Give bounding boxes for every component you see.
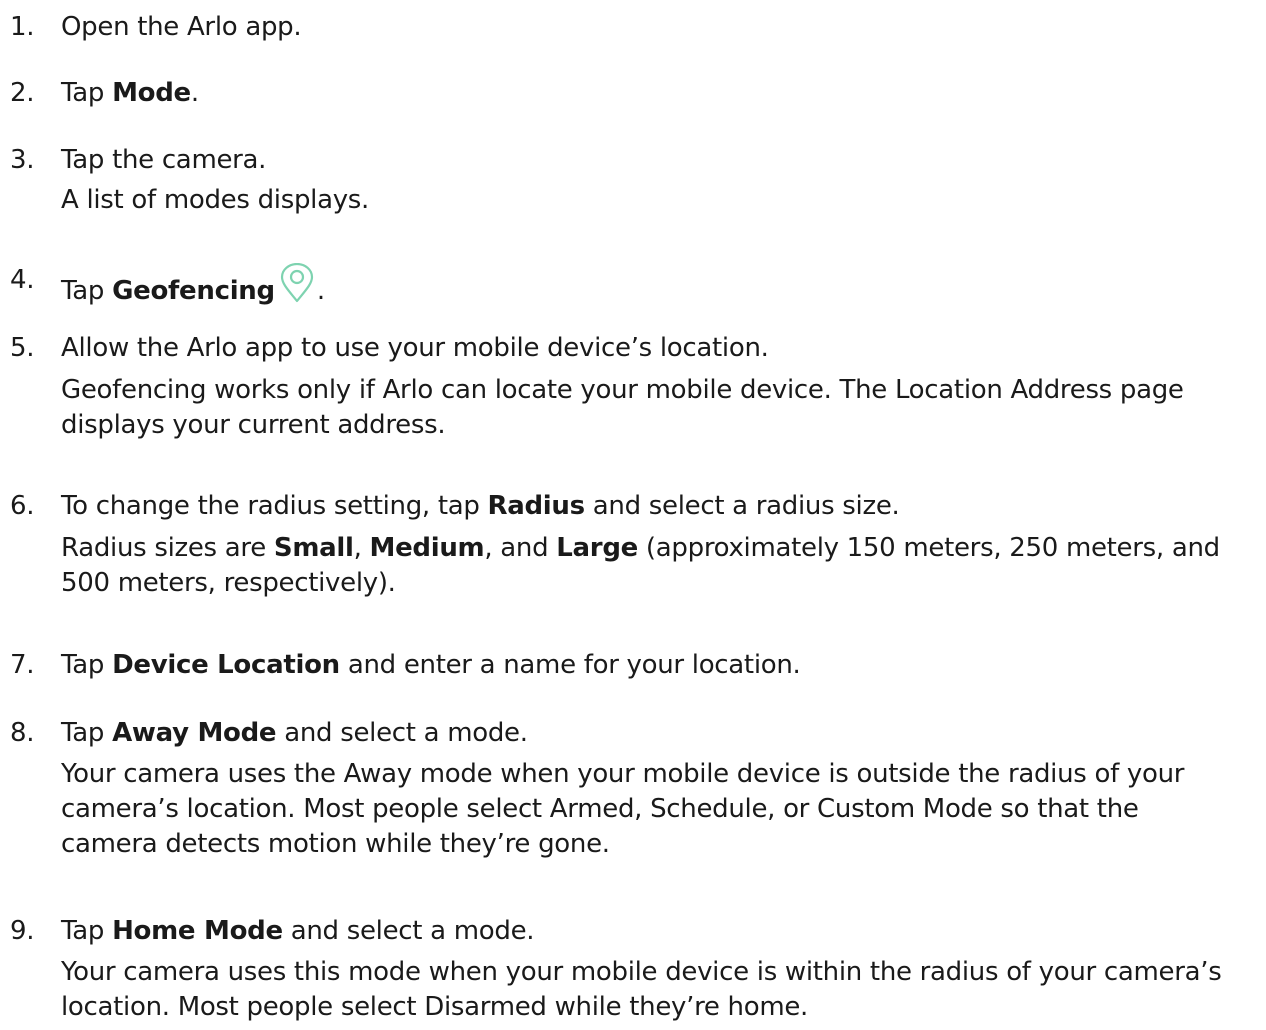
step-text: Tap Device Location and enter a name for… [61, 648, 1251, 682]
step-text-suffix: and enter a name for your location. [339, 650, 801, 680]
note-text: , and [484, 533, 557, 563]
step-note-line-2: 500 meters, respectively). [61, 568, 396, 598]
step-body: Tap the camera. A list of modes displays… [61, 143, 1251, 217]
ui-term-home-mode: Home Mode [112, 916, 283, 946]
step-body: Tap Away Mode and select a mode. Your ca… [61, 716, 1251, 861]
step-text-suffix: . [190, 78, 199, 108]
step-text-suffix: and select a radius size. [584, 491, 900, 521]
step-text-prefix: Tap [61, 78, 113, 108]
step-text-prefix: Tap [61, 650, 113, 680]
step-text: Allow the Arlo app to use your mobile de… [61, 333, 769, 363]
step-number: 1. [10, 12, 35, 42]
step-text-prefix: Tap [61, 718, 113, 748]
step-text: Tap Away Mode and select a mode. [61, 716, 1251, 750]
step-number: 7. [10, 650, 35, 680]
step-number: 5. [10, 333, 35, 363]
step-text-suffix: and select a mode. [282, 916, 535, 946]
step-note-line-1: Your camera uses the Away mode when your… [61, 759, 1185, 789]
step-note: A list of modes displays. [61, 185, 370, 215]
step-body: Allow the Arlo app to use your mobile de… [61, 331, 1251, 442]
step-text: Tap Geofencing. [61, 262, 1251, 308]
ui-term-mode: Mode [112, 78, 191, 108]
ui-term-radius: Radius [487, 491, 586, 521]
step-note-line-2: camera’s location. Most people select Ar… [61, 794, 1139, 824]
step-text-prefix: Tap [61, 276, 113, 306]
step-body: Tap Home Mode and select a mode. Your ca… [61, 914, 1251, 1024]
step-number: 3. [10, 145, 35, 175]
step-note-line-3: camera detects motion while they’re gone… [61, 829, 610, 859]
ui-term-small: Small [273, 533, 354, 563]
step-text-prefix: Tap [61, 916, 113, 946]
step-number: 6. [10, 491, 35, 521]
step-text: Open the Arlo app. [61, 12, 302, 42]
step-note-line-2: location. Most people select Disarmed wh… [61, 992, 809, 1022]
ui-term-away-mode: Away Mode [112, 718, 277, 748]
note-text: , [353, 533, 370, 563]
step-text: Tap the camera. [61, 145, 267, 175]
step-note-line-1: Your camera uses this mode when your mob… [61, 957, 1222, 987]
step-text-suffix: and select a mode. [276, 718, 528, 748]
note-text: (approximately 150 meters, 250 meters, a… [637, 533, 1220, 563]
step-note-line-1: Radius sizes are Small, Medium, and Larg… [61, 531, 1251, 565]
step-number: 8. [10, 718, 35, 748]
step-text-prefix: To change the radius setting, tap [61, 491, 488, 521]
step-text-suffix: . [316, 276, 325, 306]
step-body: Tap Geofencing. [61, 262, 1251, 308]
step-body: Tap Mode. [61, 76, 1251, 110]
step-number: 2. [10, 78, 35, 108]
ui-term-large: Large [556, 533, 638, 563]
step-body: Open the Arlo app. [61, 10, 1251, 44]
step-number: 9. [10, 916, 35, 946]
step-list: 1. Open the Arlo app. 2. Tap Mode. 3. Ta… [0, 0, 1266, 1030]
step-note-line-2: displays your current address. [61, 410, 446, 440]
ui-term-medium: Medium [369, 533, 485, 563]
location-pin-icon [279, 262, 315, 303]
step-text: Tap Home Mode and select a mode. [61, 914, 1251, 948]
ui-term-device-location: Device Location [112, 650, 340, 680]
step-number: 4. [10, 265, 35, 295]
step-text: To change the radius setting, tap Radius… [61, 489, 1251, 523]
note-text: Radius sizes are [61, 533, 274, 563]
step-note-line-1: Geofencing works only if Arlo can locate… [61, 375, 1184, 405]
step-body: To change the radius setting, tap Radius… [61, 489, 1251, 600]
step-body: Tap Device Location and enter a name for… [61, 648, 1251, 682]
step-text: Tap Mode. [61, 76, 1251, 110]
ui-term-geofencing: Geofencing [112, 276, 275, 306]
